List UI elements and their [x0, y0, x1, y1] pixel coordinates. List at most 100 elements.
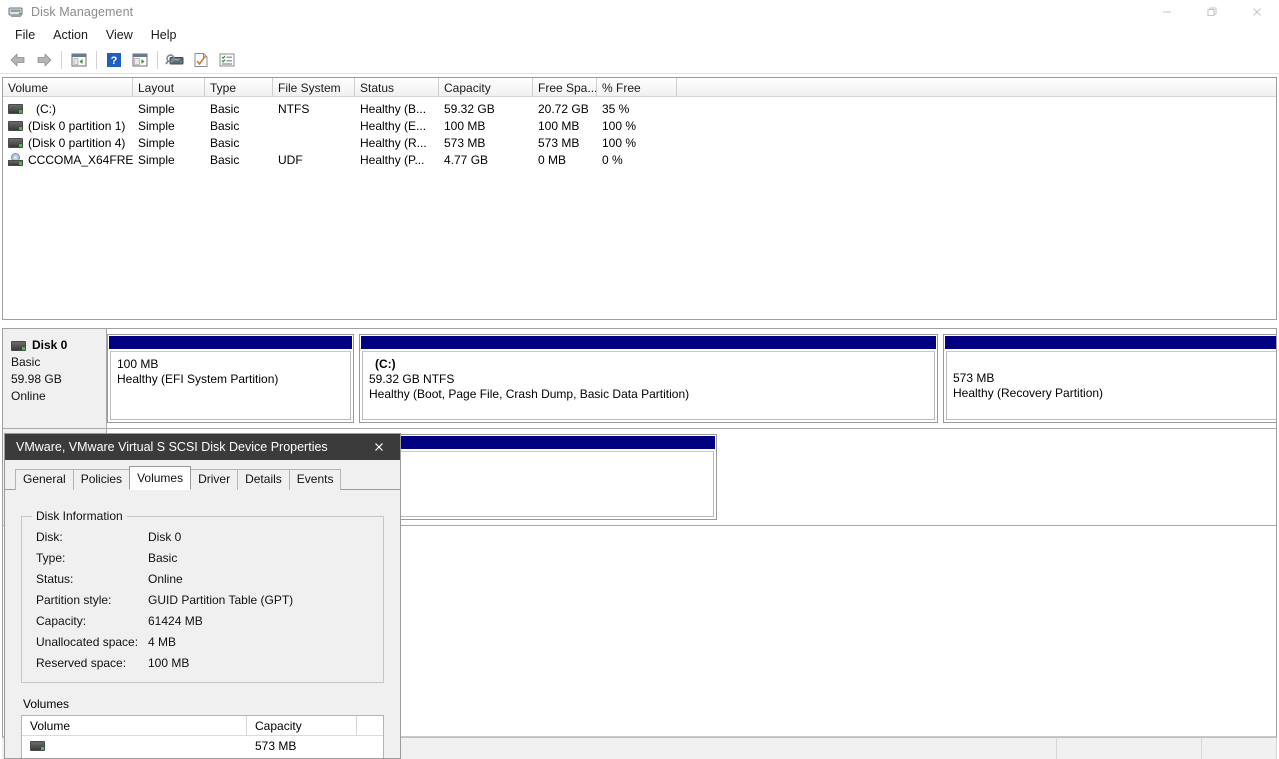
table-row[interactable]: (Disk 0 partition 4) Simple Basic Health…	[3, 134, 1276, 151]
label-status: Status:	[36, 572, 148, 586]
disk-information-label: Disk Information	[32, 509, 127, 523]
cell-status: Healthy (P...	[355, 152, 439, 168]
tab-policies[interactable]: Policies	[73, 469, 130, 490]
tab-details[interactable]: Details	[237, 469, 290, 490]
tab-driver[interactable]: Driver	[190, 469, 238, 490]
value-partition-style: GUID Partition Table (GPT)	[148, 593, 293, 607]
show-action-pane-icon[interactable]	[127, 48, 153, 72]
minimize-button[interactable]	[1144, 0, 1189, 24]
column-header-type[interactable]: Type	[205, 78, 273, 96]
menu-item-view[interactable]: View	[97, 26, 142, 44]
partition-label: (C:)	[369, 357, 934, 372]
rescan-disks-icon[interactable]	[162, 48, 188, 72]
info-row-unallocated-space: Unallocated space: 4 MB	[22, 631, 383, 652]
disk-device-properties-dialog: VMware, VMware Virtual S SCSI Disk Devic…	[4, 433, 401, 759]
dialog-volumes-table[interactable]: Volume Capacity 573 MB (C:)	[21, 715, 384, 759]
help-icon[interactable]: ?	[101, 48, 127, 72]
value-reserved-space: 100 MB	[148, 656, 189, 670]
disk-volume-icon	[8, 138, 23, 148]
dialog-title: VMware, VMware Virtual S SCSI Disk Devic…	[16, 440, 358, 454]
column-header-status[interactable]: Status	[355, 78, 439, 96]
disk-header-disk0[interactable]: Disk 0 Basic 59.98 GB Online	[3, 329, 107, 429]
cell-percent-free: 35 %	[597, 101, 677, 117]
label-reserved-space: Reserved space:	[36, 656, 148, 670]
info-row-disk: Disk: Disk 0	[22, 526, 383, 547]
table-row[interactable]: CCCOMA_X64FRE... Simple Basic UDF Health…	[3, 151, 1276, 168]
disk-row-disk0[interactable]: Disk 0 Basic 59.98 GB Online 100 MB Heal…	[3, 329, 1276, 429]
info-row-partition-style: Partition style: GUID Partition Table (G…	[22, 589, 383, 610]
disk-management-window: Disk Management File Action View	[0, 0, 1279, 759]
cell-volume: (Disk 0 partition 4)	[28, 135, 125, 151]
disk-volume-icon	[8, 104, 23, 114]
toolbar: ?	[0, 46, 1279, 74]
menu-bar: File Action View Help	[0, 24, 1279, 46]
window-title: Disk Management	[31, 5, 133, 19]
label-unallocated-space: Unallocated space:	[36, 635, 148, 649]
forward-icon[interactable]	[31, 48, 57, 72]
cell-file-system: UDF	[273, 152, 355, 168]
cell-percent-free: 100 %	[597, 135, 677, 151]
value-capacity: 61424 MB	[148, 614, 203, 628]
up-one-level-icon[interactable]	[66, 48, 92, 72]
partition-efi[interactable]: 100 MB Healthy (EFI System Partition)	[107, 334, 354, 423]
partition-status: Healthy (Recovery Partition)	[953, 386, 1276, 401]
column-header-volume[interactable]: Volume	[22, 716, 247, 735]
cell-type: Basic	[205, 152, 273, 168]
disk-type: Basic	[11, 354, 106, 371]
cell-free-space: 100 MB	[533, 118, 597, 134]
disk-name: Disk 0	[32, 337, 67, 354]
cell-status: Healthy (R...	[355, 135, 439, 151]
show-list-icon[interactable]	[214, 48, 240, 72]
column-header-free-space[interactable]: Free Spa...	[533, 78, 597, 96]
status-segment	[1057, 738, 1202, 759]
column-header-percent-free[interactable]: % Free	[597, 78, 677, 96]
cell-free-space: 573 MB	[533, 135, 597, 151]
restore-button[interactable]	[1189, 0, 1234, 24]
toolbar-separator	[157, 51, 158, 69]
column-header-layout[interactable]: Layout	[133, 78, 205, 96]
value-unallocated-space: 4 MB	[148, 635, 176, 649]
close-button[interactable]	[1234, 0, 1279, 24]
info-row-status: Status: Online	[22, 568, 383, 589]
dialog-body: General Policies Volumes Driver Details …	[5, 468, 400, 759]
disk-management-icon	[8, 4, 24, 20]
partition-recovery[interactable]: 573 MB Healthy (Recovery Partition)	[943, 334, 1277, 423]
cell-layout: Simple	[133, 101, 205, 117]
partition-status: Healthy (EFI System Partition)	[117, 372, 350, 387]
column-header-capacity[interactable]: Capacity	[247, 716, 357, 735]
column-header-file-system[interactable]: File System	[273, 78, 355, 96]
column-header-capacity[interactable]: Capacity	[439, 78, 533, 96]
tab-events[interactable]: Events	[289, 469, 342, 490]
table-row[interactable]: (C:) Simple Basic NTFS Healthy (B... 59.…	[3, 100, 1276, 117]
dialog-close-button[interactable]	[358, 434, 400, 460]
value-type: Basic	[148, 551, 177, 565]
partition-c[interactable]: (C:) 59.32 GB NTFS Healthy (Boot, Page F…	[359, 334, 938, 423]
properties-icon[interactable]	[188, 48, 214, 72]
menu-item-action[interactable]: Action	[44, 26, 97, 44]
disk-status: Online	[11, 388, 106, 405]
cell-percent-free: 0 %	[597, 152, 677, 168]
cell-capacity: 4.77 GB	[439, 152, 533, 168]
partition-status: Healthy (Boot, Page File, Crash Dump, Ba…	[369, 387, 934, 402]
tab-general[interactable]: General	[15, 469, 74, 490]
table-row[interactable]: 573 MB	[22, 736, 383, 756]
disk-information-group: Disk Information Disk: Disk 0 Type: Basi…	[21, 516, 384, 683]
cell-capacity: 59.32 GB	[439, 101, 533, 117]
back-icon[interactable]	[5, 48, 31, 72]
disk-size: 59.98 GB	[11, 371, 106, 388]
menu-item-file[interactable]: File	[6, 26, 44, 44]
label-partition-style: Partition style:	[36, 593, 148, 607]
table-row[interactable]: (Disk 0 partition 1) Simple Basic Health…	[3, 117, 1276, 134]
column-header-volume[interactable]: Volume	[3, 78, 133, 96]
volumes-tab-panel: Disk Information Disk: Disk 0 Type: Basi…	[9, 499, 396, 759]
cell-type: Basic	[205, 118, 273, 134]
cell-free-space: 0 MB	[533, 152, 597, 168]
cell-status: Healthy (E...	[355, 118, 439, 134]
menu-item-help[interactable]: Help	[142, 26, 186, 44]
tab-volumes[interactable]: Volumes	[129, 466, 191, 490]
dialog-title-bar[interactable]: VMware, VMware Virtual S SCSI Disk Devic…	[5, 434, 400, 460]
title-bar: Disk Management	[0, 0, 1279, 24]
cell-layout: Simple	[133, 135, 205, 151]
cell-free-space: 20.72 GB	[533, 101, 597, 117]
cell-volume: (Disk 0 partition 1)	[28, 118, 125, 134]
